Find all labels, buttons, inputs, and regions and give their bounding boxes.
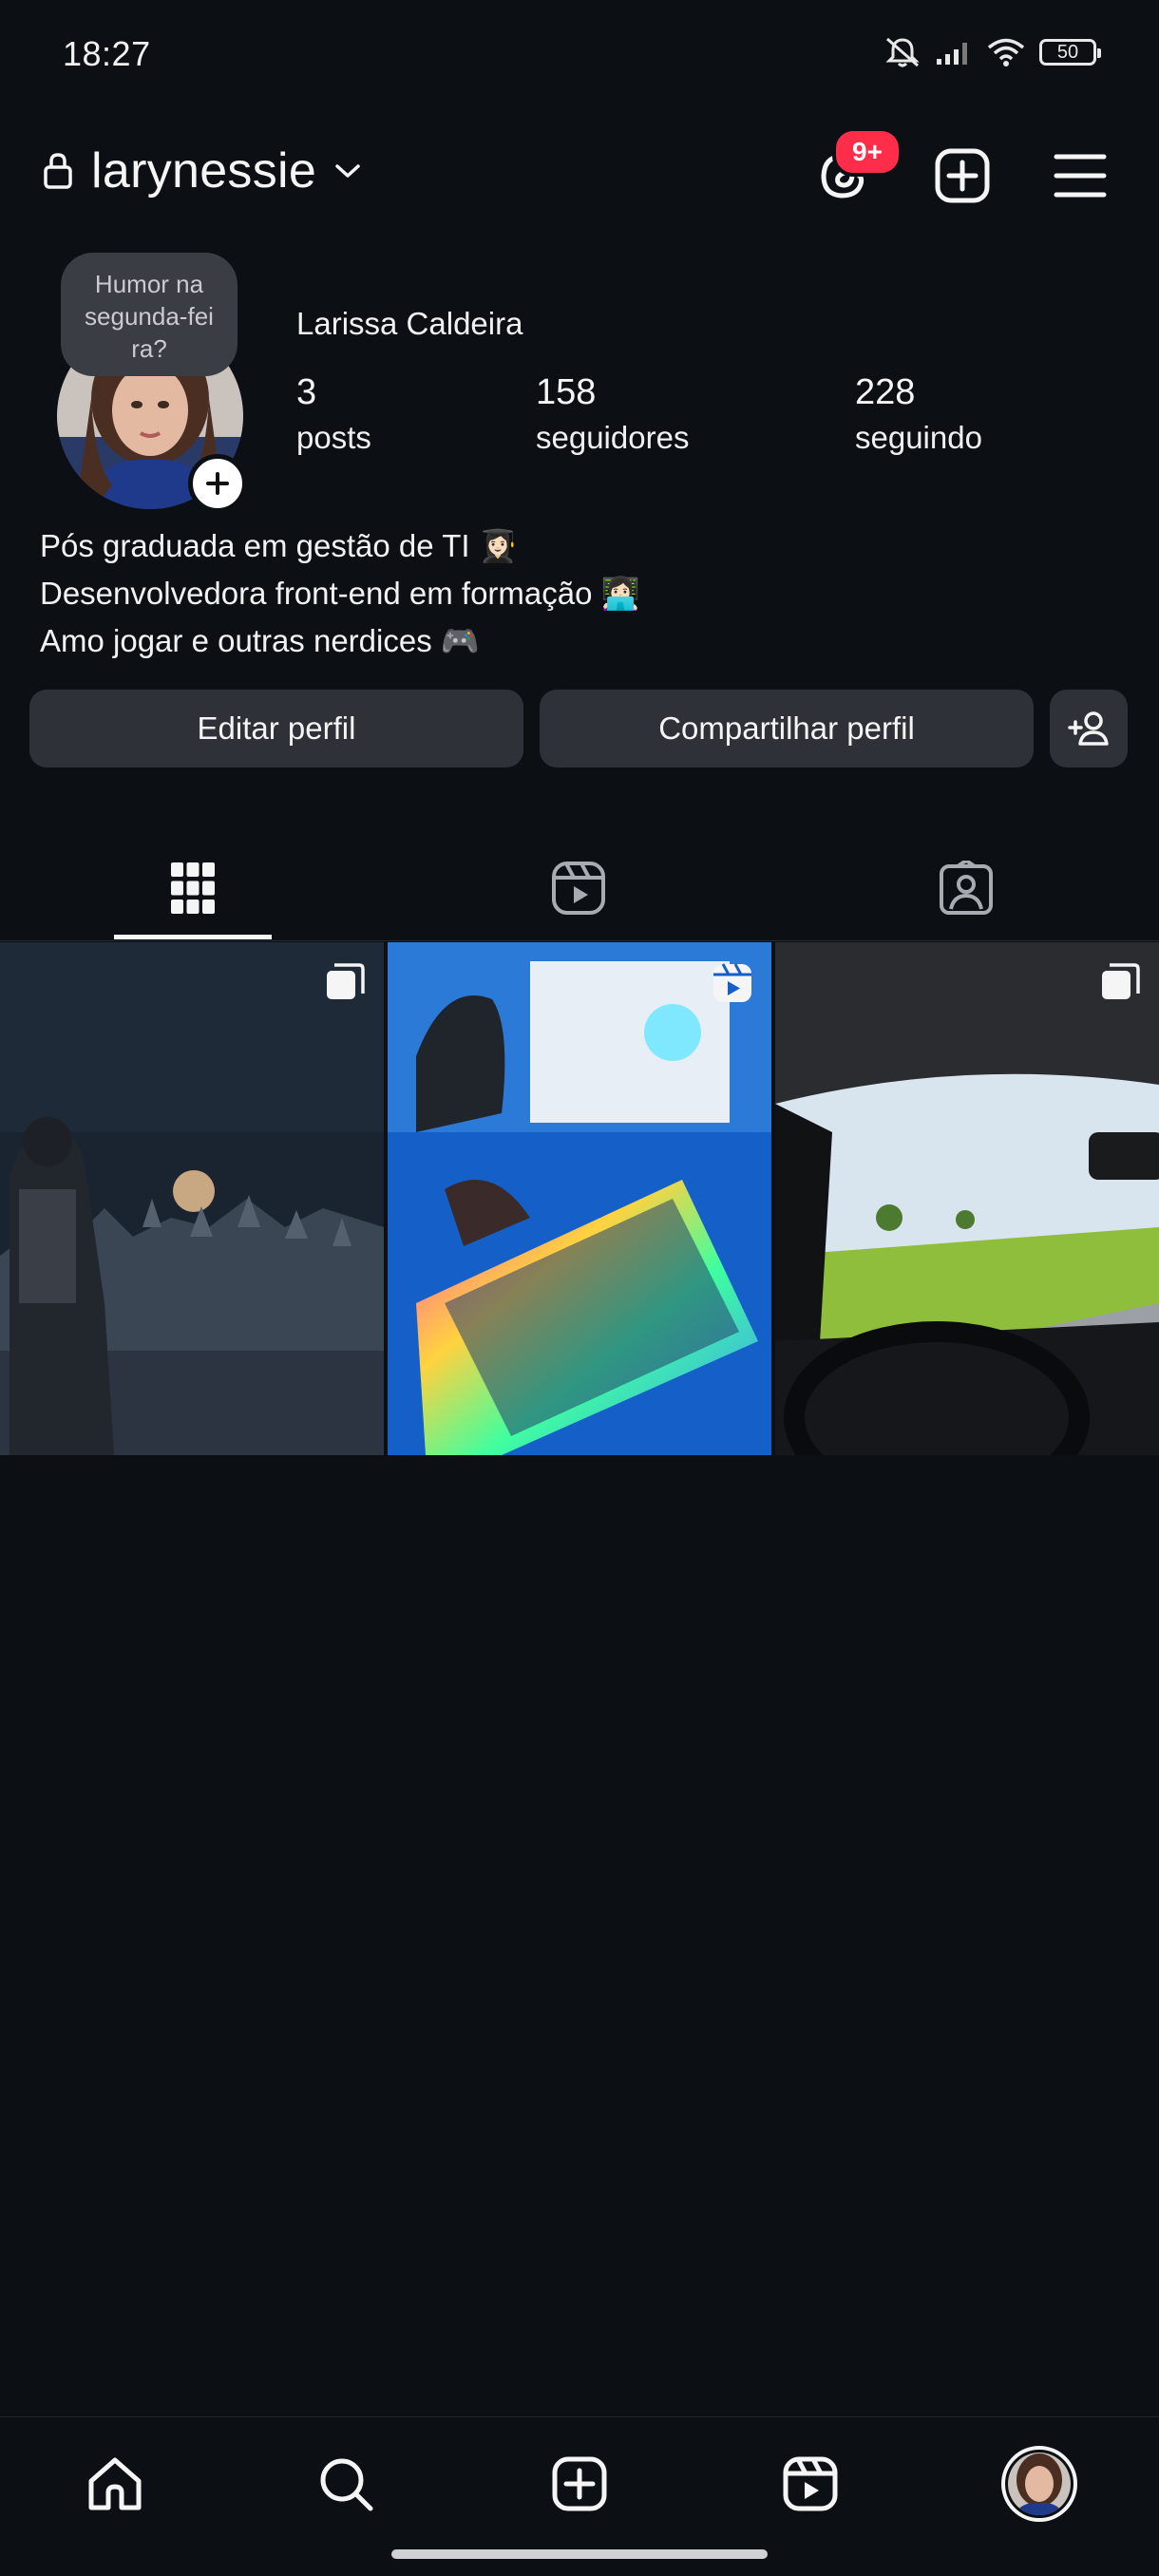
status-bar: 18:27 50 — [0, 0, 1159, 114]
carousel-icon — [327, 963, 365, 999]
post-thumbnail[interactable] — [0, 942, 384, 1455]
account-switcher[interactable]: larynessie — [42, 142, 362, 199]
profile-avatar — [1001, 2446, 1077, 2522]
chevron-down-icon — [335, 164, 360, 178]
stat-posts-label: posts — [296, 420, 371, 455]
nav-profile[interactable] — [1001, 2446, 1077, 2522]
reels-icon — [783, 2456, 838, 2511]
battery-level: 50 — [1056, 41, 1079, 63]
bio-line: Desenvolvedora front-end em formação 👩🏻‍… — [40, 576, 640, 611]
tagged-tab[interactable] — [887, 836, 1045, 940]
nav-home[interactable] — [77, 2446, 153, 2522]
mute-icon — [885, 37, 920, 67]
add-person-icon — [1068, 711, 1109, 746]
new-post-icon — [935, 148, 990, 203]
nav-search[interactable] — [308, 2446, 384, 2522]
stat-following-value: 228 — [855, 372, 916, 412]
full-name: Larissa Caldeira — [296, 306, 523, 341]
wifi-icon — [987, 38, 1025, 66]
notification-badge: 9+ — [832, 127, 902, 177]
stat-followers[interactable]: 158 seguidores — [536, 369, 689, 460]
new-post-button[interactable] — [931, 144, 994, 207]
post-image-winter-scene — [0, 942, 384, 1455]
search-icon — [320, 2458, 373, 2511]
discover-people-button[interactable] — [1050, 690, 1128, 767]
post-image-car-road — [775, 942, 1159, 1455]
home-icon — [88, 2457, 142, 2510]
battery-icon: 50 — [1039, 39, 1101, 66]
lock-icon — [44, 153, 72, 189]
nav-reels[interactable] — [772, 2446, 848, 2522]
grid-icon — [171, 862, 215, 914]
bio-line: Pós graduada em gestão de TI 👩🏻‍🎓 — [40, 528, 518, 563]
nav-create[interactable] — [542, 2446, 618, 2522]
stat-posts[interactable]: 3 posts — [296, 369, 371, 460]
share-profile-button[interactable]: Compartilhar perfil — [540, 690, 1034, 767]
tagged-icon — [940, 861, 993, 915]
signal-icon — [937, 43, 967, 65]
grid-tab[interactable] — [114, 836, 272, 940]
stat-followers-value: 158 — [536, 372, 597, 412]
home-indicator[interactable] — [391, 2549, 768, 2559]
reels-icon — [552, 862, 605, 915]
status-icons: 50 — [884, 36, 1101, 68]
active-tab-indicator — [114, 935, 272, 939]
stat-following[interactable]: 228 seguindo — [855, 369, 982, 460]
post-thumbnail[interactable] — [775, 942, 1159, 1455]
post-thumbnail[interactable] — [388, 942, 771, 1455]
carousel-icon — [1102, 963, 1140, 999]
edit-profile-button[interactable]: Editar perfil — [29, 690, 523, 767]
note-bubble[interactable]: Humor na segunda-fei ra? — [61, 253, 238, 376]
reels-tab[interactable] — [500, 836, 657, 940]
plus-icon — [206, 472, 229, 495]
tabs-divider — [0, 940, 1159, 941]
profile-header: larynessie — [0, 123, 1159, 228]
stat-followers-label: seguidores — [536, 420, 690, 455]
stat-following-label: seguindo — [855, 420, 982, 455]
profile-screen: 18:27 50 larynessie 9+ Humor na segunda-… — [0, 0, 1159, 2576]
create-icon — [552, 2456, 607, 2511]
bio-line: Amo jogar e outras nerdices 🎮 — [40, 623, 480, 658]
stat-posts-value: 3 — [296, 372, 317, 412]
reel-icon — [713, 963, 751, 1002]
menu-icon — [1054, 154, 1107, 198]
menu-button[interactable] — [1049, 144, 1112, 207]
add-story-button[interactable] — [188, 454, 247, 513]
status-time: 18:27 — [63, 34, 151, 73]
username: larynessie — [91, 143, 317, 199]
bio: Pós graduada em gestão de TI 👩🏻‍🎓 Desenv… — [40, 522, 640, 665]
post-image-rgb-keyboard — [388, 942, 771, 1455]
